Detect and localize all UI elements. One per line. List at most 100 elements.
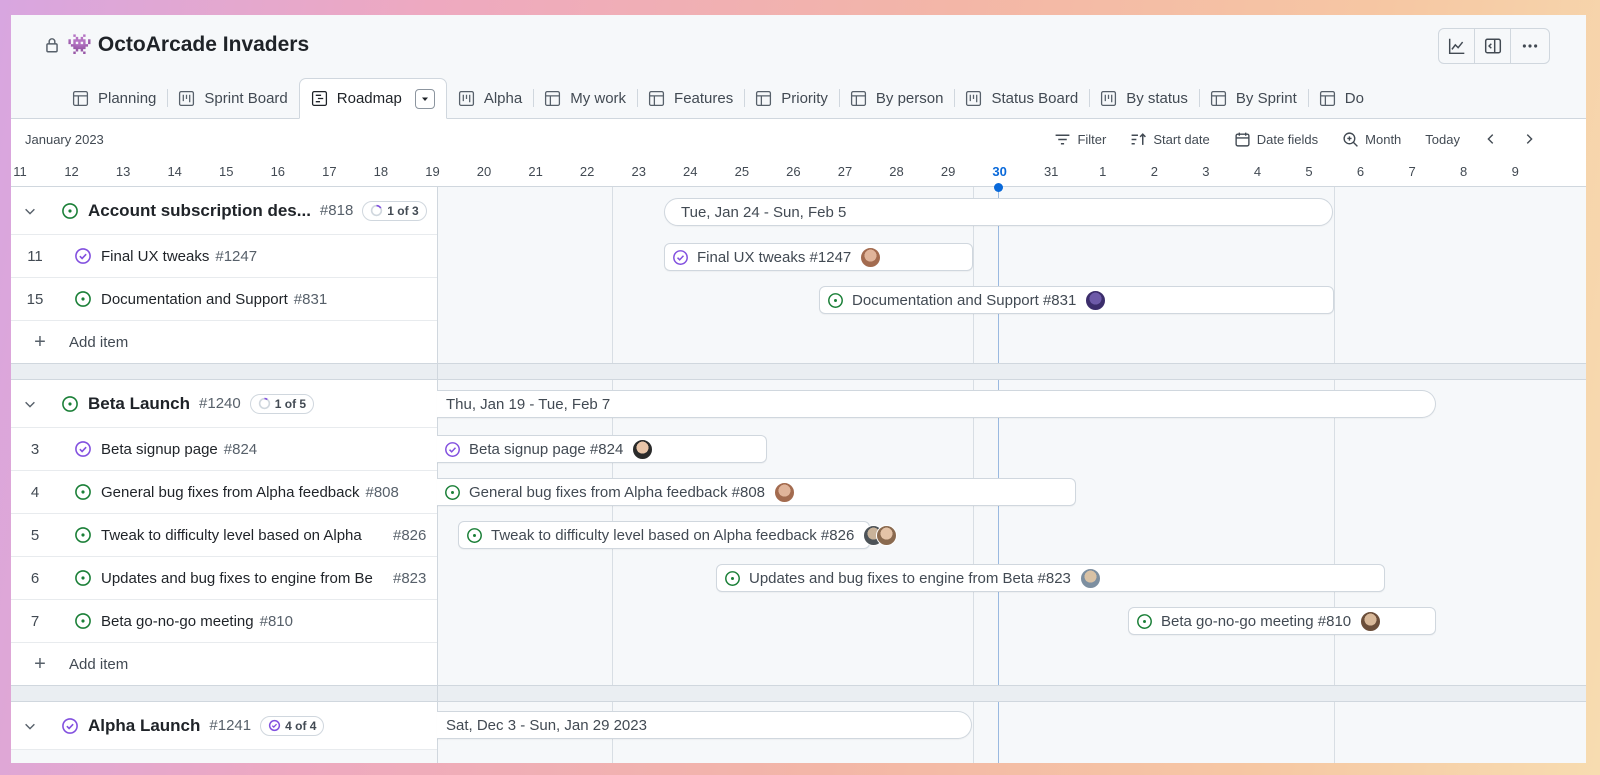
group-range-bar[interactable]: Thu, Jan 19 - Tue, Feb 7 [437, 390, 1436, 418]
bar-label: Tweak to difficulty level based on Alpha… [491, 526, 855, 544]
tab-options-button[interactable] [414, 88, 435, 109]
item-number: #826 [393, 526, 427, 544]
date-label: 4 [1253, 164, 1262, 179]
date-label: 8 [1460, 164, 1468, 179]
group-number: #1240 [199, 395, 241, 412]
add-item-row[interactable]: + Add item [11, 643, 437, 686]
date-label: 1 [1099, 164, 1107, 179]
tab-my-work[interactable]: My work [533, 78, 637, 118]
date-fields-button[interactable]: Date fields [1234, 131, 1318, 148]
item-bar[interactable]: Updates and bug fixes to engine from Bet… [716, 564, 1385, 592]
avatar [632, 438, 654, 460]
zoom-button[interactable]: Month [1342, 131, 1401, 148]
tab-label: Do [1344, 89, 1364, 107]
group-header[interactable]: Account subscription des... #818 1 of 3 [11, 187, 437, 235]
group-separator [11, 363, 1586, 380]
roadmap-grid: Account subscription des... #818 1 of 3 … [11, 183, 1586, 763]
date-label: 16 [270, 164, 286, 179]
tab-label: My work [570, 89, 627, 107]
tab-do[interactable]: Do [1307, 78, 1375, 118]
board-icon [179, 90, 195, 106]
item-bar[interactable]: Final UX tweaks #1247 [664, 243, 973, 271]
row-number: 6 [30, 569, 40, 587]
avatar [1360, 610, 1382, 632]
chevron-down-icon [25, 208, 35, 215]
item-bar[interactable]: Beta signup page #824 [437, 435, 767, 463]
tab-sprint-board[interactable]: Sprint Board [167, 78, 298, 118]
item-number: #823 [393, 569, 427, 587]
filter-icon [1056, 134, 1070, 144]
item-bar[interactable]: Tweak to difficulty level based on Alpha… [458, 521, 898, 549]
next-button[interactable] [1522, 132, 1536, 146]
project-title: 👾 OctoArcade Invaders [43, 32, 309, 57]
project-title-text: OctoArcade Invaders [97, 32, 310, 56]
date-ruler: 11 12 13 14 15 16 17 18 19 20 21 22 23 24 25 26 27 28 29 30… [11, 159, 1586, 187]
date-label: 30 [992, 164, 1007, 179]
table-icon [1210, 90, 1226, 106]
item-title: Documentation and Support #831 [101, 291, 437, 308]
tab-features[interactable]: Features [637, 78, 744, 118]
table-row[interactable]: 5 Tweak to difficulty level based on Alp… [11, 514, 437, 557]
sort-start-date-button[interactable]: Start date [1130, 131, 1210, 148]
tab-priority[interactable]: Priority [744, 78, 839, 118]
collapse-button[interactable] [11, 397, 49, 411]
group-number: #818 [319, 202, 354, 219]
tab-label: By status [1126, 89, 1188, 107]
row-number: 4 [30, 483, 40, 501]
item-bar[interactable]: Beta go-no-go meeting #810 [1128, 607, 1436, 635]
issue-opened-icon [467, 527, 482, 543]
issue-opened-icon [445, 484, 460, 500]
date-label: 26 [786, 164, 801, 179]
chevron-down-icon [25, 401, 35, 408]
item-title: Beta signup page #824 [101, 441, 437, 458]
project-emoji: 👾 [67, 34, 92, 56]
row-number: 11 [27, 247, 43, 265]
item-title: General bug fixes from Alpha feedback #80… [101, 484, 437, 501]
row-number: 3 [30, 440, 40, 458]
group-number: #1241 [209, 717, 252, 734]
tab-roadmap[interactable]: Roadmap [298, 78, 447, 119]
group-range-bar[interactable]: Sat, Dec 3 - Sun, Jan 29 2023 [437, 711, 972, 739]
date-fields-label: Date fields [1256, 131, 1319, 147]
item-title-text: Beta go-no-go meeting [101, 612, 254, 630]
table-row[interactable]: 3 Beta signup page #824 [11, 428, 437, 471]
filter-button[interactable]: Filter [1054, 131, 1106, 148]
kebab-horizontal-icon [1522, 44, 1538, 48]
current-month: January 2023 [25, 132, 104, 147]
group-range-bar[interactable]: Tue, Jan 24 - Sun, Feb 5 [664, 198, 1333, 226]
today-label: Today [1425, 131, 1460, 147]
item-bar[interactable]: General bug fixes from Alpha feedback #8… [437, 478, 1076, 506]
tab-by-person[interactable]: By person [838, 78, 955, 118]
group-header[interactable]: Beta Launch #1240 1 of 5 [11, 380, 437, 428]
table-row[interactable]: 7 Beta go-no-go meeting #810 [11, 600, 437, 643]
collapse-button[interactable] [11, 719, 49, 733]
tab-by-sprint[interactable]: By Sprint [1198, 78, 1308, 118]
sort-asc-icon [1131, 132, 1147, 145]
table-row[interactable]: 4 General bug fixes from Alpha feedback #… [11, 471, 437, 514]
group-header[interactable]: Alpha Launch #1241 4 of 4 [11, 702, 437, 750]
today-marker-dot [994, 183, 1003, 192]
tab-status-board[interactable]: Status Board [954, 78, 1089, 118]
insights-button[interactable] [1439, 29, 1475, 63]
tab-planning[interactable]: Planning [61, 78, 167, 118]
avatar [774, 481, 796, 503]
table-icon [1319, 90, 1335, 106]
start-date-label: Start date [1153, 131, 1210, 147]
week-gridline [973, 187, 974, 763]
add-item-row[interactable]: + Add item [11, 321, 437, 364]
today-button[interactable]: Today [1425, 132, 1460, 147]
table-row[interactable]: 6 Updates and bug fixes to engine from B… [11, 557, 437, 600]
previous-button[interactable] [1484, 132, 1498, 146]
table-row[interactable]: 11 Final UX tweaks #1247 [11, 235, 437, 278]
side-panel-button[interactable] [1475, 29, 1511, 63]
tab-alpha[interactable]: Alpha [447, 78, 533, 118]
more-options-button[interactable] [1511, 29, 1549, 63]
table-row[interactable]: 15 Documentation and Support #831 [11, 278, 437, 321]
item-bar[interactable]: Documentation and Support #831 [819, 286, 1334, 314]
issue-opened-icon [75, 484, 91, 500]
collapse-button[interactable] [11, 204, 49, 218]
tab-by-status[interactable]: By status [1089, 78, 1199, 118]
panel-divider [437, 187, 438, 763]
view-tabs: Planning Sprint Board Roadmap Alpha My w… [11, 78, 1586, 119]
roadmap-icon [311, 90, 327, 107]
